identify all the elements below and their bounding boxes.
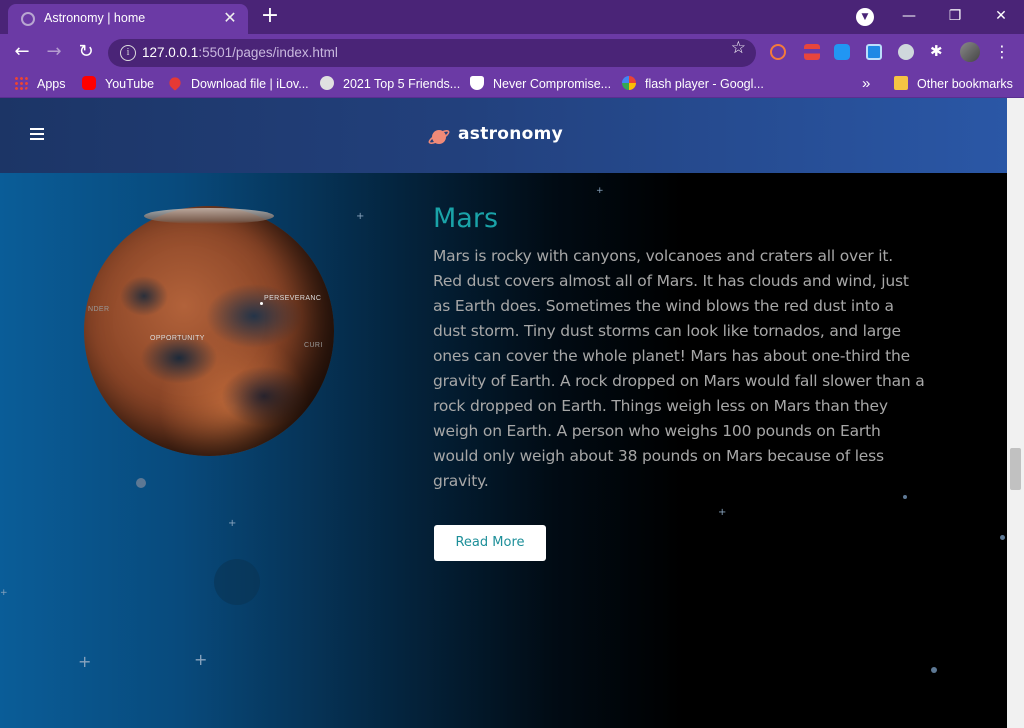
folder-icon bbox=[894, 76, 908, 90]
bookmarks-overflow-chevron[interactable]: » bbox=[862, 76, 870, 92]
polar-ice-cap bbox=[144, 208, 274, 224]
star-dot bbox=[1000, 535, 1005, 540]
star-decoration: + bbox=[356, 211, 365, 222]
site-brand: astronomy bbox=[458, 124, 564, 144]
scrollbar-thumb[interactable] bbox=[1010, 448, 1021, 490]
tab-search-button[interactable]: ▼ bbox=[856, 8, 874, 26]
landing-site-marker bbox=[260, 302, 263, 305]
curiosity-label: CURI bbox=[304, 342, 323, 349]
page-viewport: astronomy + + + + + + + PERSEVERANC OPPO… bbox=[0, 98, 1007, 728]
star-dot bbox=[903, 495, 907, 499]
bookmark-apps[interactable]: Apps bbox=[14, 76, 66, 92]
extension-cloud-icon[interactable] bbox=[834, 44, 850, 60]
perseverance-label: PERSEVERANC bbox=[264, 295, 322, 302]
star-dot bbox=[136, 478, 146, 488]
star-decoration: + bbox=[228, 518, 237, 529]
minimize-button[interactable]: — bbox=[889, 4, 929, 28]
bookmark-never-compromise[interactable]: Never Compromise... bbox=[470, 76, 611, 92]
bookmark-youtube[interactable]: YouTube bbox=[82, 76, 154, 92]
shield-star-icon bbox=[470, 76, 484, 90]
hamburger-icon[interactable] bbox=[30, 128, 44, 140]
extension-stripes-icon[interactable] bbox=[804, 44, 820, 60]
restore-button[interactable]: ❐ bbox=[935, 4, 975, 28]
extension-screen-icon[interactable] bbox=[866, 44, 882, 60]
ilovepdf-heart-icon bbox=[167, 75, 183, 91]
planet-silhouette bbox=[214, 559, 260, 605]
new-tab-button[interactable]: + bbox=[258, 5, 282, 29]
site-header: astronomy bbox=[0, 98, 1007, 173]
insight-label: NDER bbox=[88, 306, 110, 313]
site-info-icon[interactable]: i bbox=[120, 45, 136, 61]
mars-content: Mars Mars is rocky with canyons, volcano… bbox=[433, 203, 933, 494]
opportunity-label: OPPORTUNITY bbox=[150, 335, 205, 342]
star-decoration: + bbox=[718, 507, 727, 518]
browser-toolbar: ← → ↻ i 127.0.0.1:5501/pages/index.html … bbox=[0, 34, 1024, 70]
address-bar[interactable]: i 127.0.0.1:5501/pages/index.html ☆ bbox=[108, 39, 756, 67]
forward-arrow-icon[interactable]: → bbox=[42, 40, 66, 64]
bookmark-star-icon[interactable]: ☆ bbox=[731, 40, 746, 57]
globe-icon bbox=[320, 76, 334, 90]
back-arrow-icon[interactable]: ← bbox=[10, 40, 34, 64]
section-title: Mars bbox=[433, 203, 499, 234]
loading-favicon-icon bbox=[21, 12, 35, 26]
bookmark-flash-player[interactable]: flash player - Googl... bbox=[622, 76, 764, 92]
bookmark-top5-friends[interactable]: 2021 Top 5 Friends... bbox=[320, 76, 460, 92]
menu-kebab-icon[interactable]: ⋮ bbox=[994, 42, 1010, 62]
tab-close-icon[interactable]: ✕ bbox=[220, 8, 240, 28]
star-dot bbox=[931, 667, 937, 673]
bookmark-other-bookmarks[interactable]: Other bookmarks bbox=[894, 76, 1013, 92]
google-icon bbox=[622, 76, 636, 90]
window-close-button[interactable]: ✕ bbox=[981, 4, 1021, 28]
browser-tab[interactable]: Astronomy | home ✕ bbox=[8, 4, 248, 34]
star-decoration: + bbox=[0, 588, 8, 598]
bookmark-ilovepdf[interactable]: Download file | iLov... bbox=[167, 75, 309, 92]
mars-globe-image: PERSEVERANC OPPORTUNITY NDER CURI bbox=[84, 206, 334, 456]
mars-section: + + + + + + + PERSEVERANC OPPORTUNITY ND… bbox=[0, 173, 1007, 728]
star-decoration: + bbox=[596, 186, 604, 196]
page-scrollbar[interactable] bbox=[1007, 98, 1024, 728]
bookmarks-bar: Apps YouTube Download file | iLov... 202… bbox=[0, 70, 1024, 98]
youtube-icon bbox=[82, 76, 96, 90]
reload-icon[interactable]: ↻ bbox=[74, 40, 98, 64]
tab-strip: Astronomy | home ✕ + ▼ — ❐ ✕ bbox=[0, 0, 1024, 34]
tab-title: Astronomy | home bbox=[44, 11, 146, 25]
read-more-button[interactable]: Read More bbox=[434, 525, 546, 561]
apps-grid-icon bbox=[14, 76, 28, 90]
extension-globe-icon[interactable] bbox=[898, 44, 914, 60]
extension-infinity-icon[interactable] bbox=[770, 44, 786, 60]
url-text[interactable]: 127.0.0.1:5501/pages/index.html bbox=[142, 45, 338, 60]
star-decoration: + bbox=[78, 652, 92, 671]
star-decoration: + bbox=[194, 650, 208, 669]
profile-avatar[interactable] bbox=[960, 42, 980, 62]
planet-icon bbox=[428, 130, 450, 144]
extensions-puzzle-icon[interactable]: ✱ bbox=[930, 43, 946, 59]
section-description: Mars is rocky with canyons, volcanoes an… bbox=[433, 247, 925, 490]
